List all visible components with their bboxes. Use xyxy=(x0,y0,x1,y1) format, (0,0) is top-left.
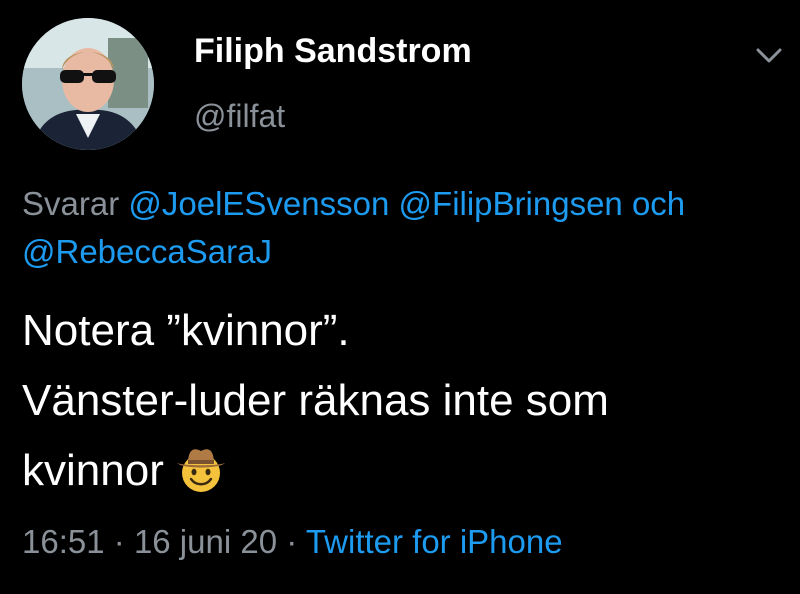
avatar[interactable] xyxy=(22,18,154,150)
tweet-text-word: kvinnor xyxy=(22,446,164,495)
tweet-text-line-last: kvinnor xyxy=(22,436,782,506)
author-display-name[interactable]: Filiph Sandstrom xyxy=(194,32,472,71)
tweet-text-line: Vänster-luder räknas inte som xyxy=(22,376,609,425)
reply-prefix: Svarar xyxy=(22,185,120,222)
tweet-date[interactable]: 16 juni 20 xyxy=(134,523,277,560)
author-handle[interactable]: @filfat xyxy=(194,98,285,135)
tweet-text: Notera ”kvinnor”. Vänster-luder räknas i… xyxy=(22,296,782,506)
meta-separator: · xyxy=(286,523,298,560)
reply-conjunction[interactable]: och xyxy=(632,185,685,222)
tweet-meta: 16:51 · 16 juni 20 · Twitter for iPhone xyxy=(22,520,782,564)
tweet-time[interactable]: 16:51 xyxy=(22,523,105,560)
tweet-header: Filiph Sandstrom @filfat xyxy=(22,18,782,150)
mention-link[interactable]: @JoelESvensson xyxy=(128,185,389,222)
mention-link[interactable]: @RebeccaSaraJ xyxy=(22,233,272,270)
tweet-text-line: Notera ”kvinnor”. xyxy=(22,306,350,355)
mention-link[interactable]: @FilipBringsen xyxy=(399,185,623,222)
reply-context: Svarar @JoelESvensson @FilipBringsen och… xyxy=(22,180,782,276)
cowboy-hat-face-icon xyxy=(174,441,228,495)
chevron-down-icon[interactable] xyxy=(752,38,786,72)
tweet-source-link[interactable]: Twitter for iPhone xyxy=(306,523,563,560)
meta-separator: · xyxy=(113,523,125,560)
